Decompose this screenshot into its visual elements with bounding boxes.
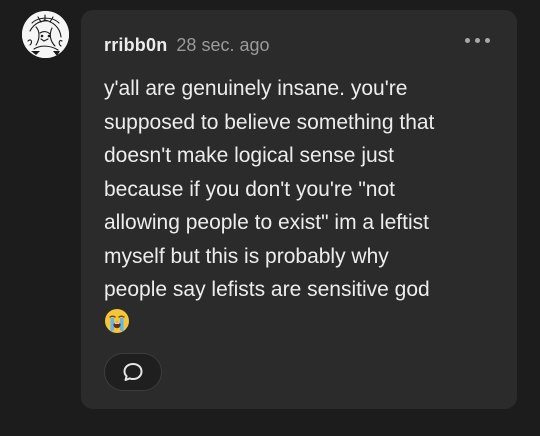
comment-text: y'all are genuinely insane. you're suppo… — [104, 77, 435, 301]
dot — [465, 38, 470, 43]
reply-button[interactable] — [104, 353, 162, 391]
more-options-icon[interactable] — [465, 38, 490, 43]
comment-thread: rribb0n 28 sec. ago y'all are genuinely … — [0, 0, 540, 436]
comment-card: rribb0n 28 sec. ago y'all are genuinely … — [81, 10, 517, 409]
comment-header: rribb0n 28 sec. ago — [104, 35, 270, 56]
avatar-sketch-icon — [22, 11, 69, 58]
username-link[interactable]: rribb0n — [104, 35, 167, 56]
dot — [475, 38, 480, 43]
loudly-crying-face-icon — [105, 309, 129, 333]
timestamp: 28 sec. ago — [176, 35, 270, 55]
dot — [485, 38, 490, 43]
speech-bubble-icon — [123, 363, 143, 381]
avatar[interactable] — [22, 11, 69, 58]
